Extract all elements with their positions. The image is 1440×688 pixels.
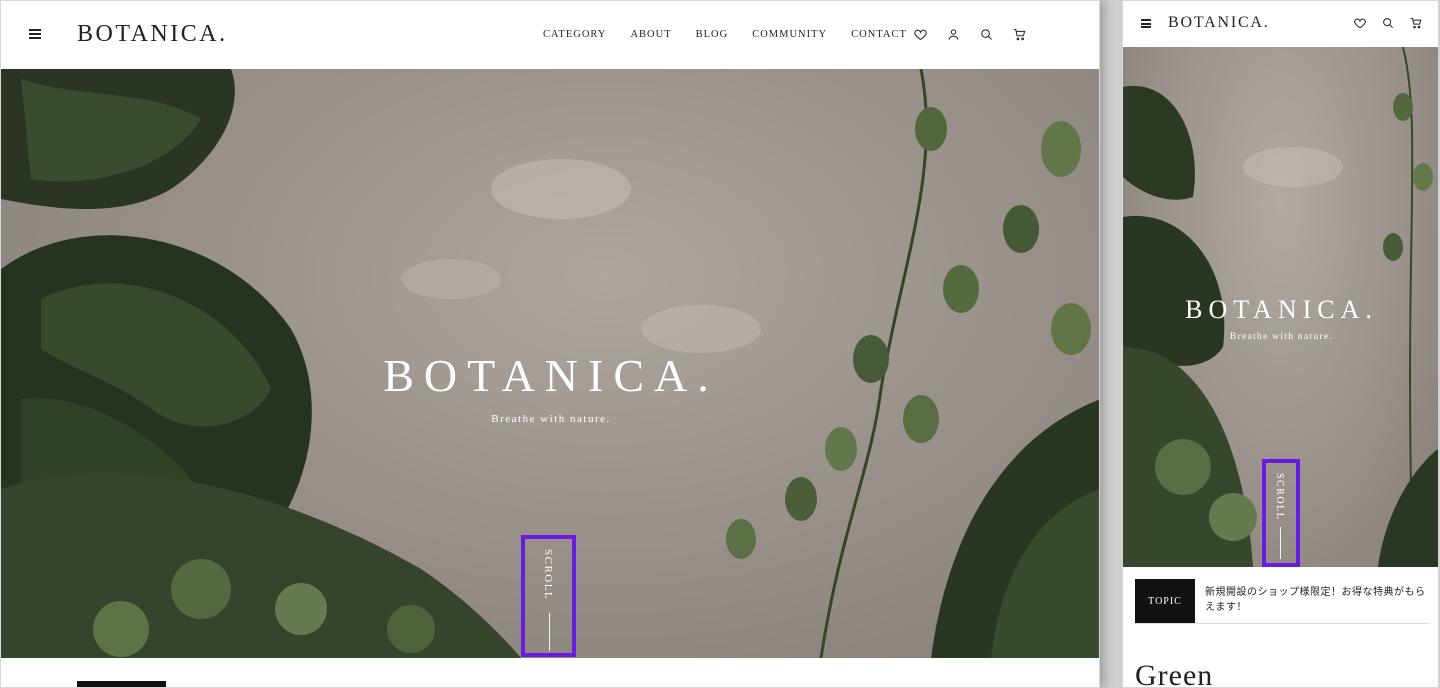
site-header: BOTANICA. CATEGORY ABOUT BLOG COMMUNITY … [1, 1, 1099, 69]
topic-bar[interactable]: TOPIC 新規開設のショップ様限定！お得な特典がもらえます！ [1135, 579, 1429, 624]
header-icons [913, 27, 1027, 42]
scroll-line [1280, 527, 1281, 559]
heart-icon[interactable] [1353, 16, 1367, 30]
main-nav: CATEGORY ABOUT BLOG COMMUNITY CONTACT [543, 29, 907, 40]
section-label-bar [77, 681, 166, 687]
nav-contact[interactable]: CONTACT [851, 29, 907, 40]
scroll-label: SCROLL [542, 549, 554, 601]
hero-title: BOTANICA. [383, 350, 719, 401]
cart-icon[interactable] [1012, 27, 1027, 42]
nav-blog[interactable]: BLOG [696, 29, 729, 40]
site-logo[interactable]: BOTANICA. [77, 21, 228, 48]
mobile-header: BOTANICA. [1123, 1, 1438, 47]
nav-community[interactable]: COMMUNITY [752, 29, 827, 40]
header-icons [1353, 16, 1423, 30]
menu-icon[interactable] [29, 29, 41, 39]
user-icon[interactable] [946, 27, 961, 42]
desktop-preview: BOTANICA. CATEGORY ABOUT BLOG COMMUNITY … [0, 0, 1100, 688]
search-icon[interactable] [1381, 16, 1395, 30]
hero-subtitle: Breathe with nature. [491, 413, 611, 425]
hero-title: BOTANICA. [1185, 295, 1378, 324]
topic-badge: TOPIC [1135, 579, 1195, 623]
mobile-preview: BOTANICA. BOTANICA. Breathe with nature.… [1122, 0, 1439, 688]
site-logo[interactable]: BOTANICA. [1168, 14, 1270, 32]
scroll-label: SCROLL [1274, 473, 1285, 521]
nav-category[interactable]: CATEGORY [543, 29, 606, 40]
cart-icon[interactable] [1409, 16, 1423, 30]
topic-text[interactable]: 新規開設のショップ様限定！お得な特典がもらえます！ [1205, 585, 1427, 615]
heart-icon[interactable] [913, 27, 928, 42]
section-heading: Green [1135, 659, 1214, 688]
nav-about[interactable]: ABOUT [630, 29, 671, 40]
hero-subtitle: Breathe with nature. [1229, 332, 1334, 342]
menu-icon[interactable] [1141, 19, 1151, 28]
scroll-line [549, 613, 550, 651]
search-icon[interactable] [979, 27, 994, 42]
